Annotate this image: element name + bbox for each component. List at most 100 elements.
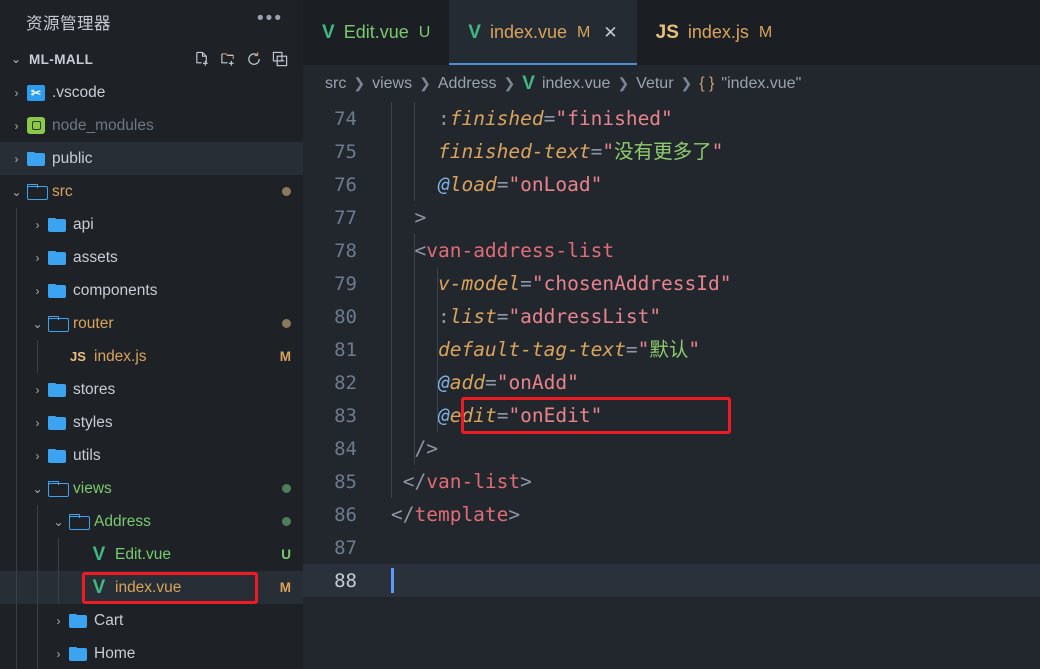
code-line-75[interactable]: 75 finished-text="没有更多了" — [303, 135, 1040, 168]
code-line-87[interactable]: 87 — [303, 531, 1040, 564]
git-status-dot — [282, 484, 291, 493]
sidebar-item-src[interactable]: ⌄ src — [0, 175, 303, 208]
sidebar-item-utils[interactable]: › utils — [0, 439, 303, 472]
code-line-84[interactable]: 84 /> — [303, 432, 1040, 465]
tab-index-vue[interactable]: Vindex.vue M ✕ — [449, 0, 637, 65]
code-editor[interactable]: 74 :finished="finished" 75 finished-text=… — [303, 102, 1040, 669]
sidebar-item-label: index.vue — [115, 578, 182, 596]
indent-guide — [414, 102, 415, 135]
sidebar-item-address[interactable]: ⌄ Address — [0, 505, 303, 538]
chevron-down-icon[interactable]: ⌄ — [8, 185, 25, 199]
code-line-79[interactable]: 79 v-model="chosenAddressId" — [303, 267, 1040, 300]
indent-guide — [391, 102, 392, 135]
sidebar-item-home[interactable]: › Home — [0, 637, 303, 669]
chevron-down-icon[interactable]: ⌄ — [29, 317, 46, 331]
workspace-root-row[interactable]: ⌄ ML-MALL — [0, 44, 303, 74]
code-line-82[interactable]: 82 @add="onAdd" — [303, 366, 1040, 399]
folder-open-icon — [25, 184, 48, 200]
code-token: "onEdit" — [508, 404, 603, 427]
tab-git-status: U — [418, 23, 431, 41]
sidebar-item-edit-vue[interactable]: ›VEdit.vueU — [0, 538, 303, 571]
code-token: finished-text — [437, 140, 591, 163]
chevron-right-icon[interactable]: › — [29, 251, 46, 265]
chevron-right-icon[interactable]: › — [50, 647, 67, 661]
breadcrumb[interactable]: src ❯ views ❯ Address ❯ Vindex.vue ❯ Vetur ❯ { } "i… — [303, 65, 1040, 102]
chevron-right-icon[interactable]: › — [8, 152, 25, 166]
code-line-80[interactable]: 80 :list="addressList" — [303, 300, 1040, 333]
chevron-down-icon[interactable]: ⌄ — [29, 482, 46, 496]
close-icon[interactable]: ✕ — [603, 23, 617, 43]
breadcrumb-item[interactable]: Address — [438, 75, 497, 93]
code-line-76[interactable]: 76 @load="onLoad" — [303, 168, 1040, 201]
folder-open-icon — [67, 514, 90, 530]
indent-guide — [437, 300, 438, 333]
breadcrumb-item[interactable]: views — [372, 75, 412, 93]
line-number: 78 — [334, 239, 357, 262]
code-line-74[interactable]: 74 :finished="finished" — [303, 102, 1040, 135]
tab-index-js[interactable]: JS index.js M — [636, 0, 792, 65]
new-folder-icon[interactable] — [220, 51, 237, 68]
sidebar-item-public[interactable]: › public — [0, 142, 303, 175]
indent-guide — [16, 307, 17, 340]
sidebar-item-components[interactable]: › components — [0, 274, 303, 307]
sidebar-item--vscode[interactable]: › ✂ .vscode — [0, 76, 303, 109]
sidebar-item-router[interactable]: ⌄ router — [0, 307, 303, 340]
refresh-icon[interactable] — [246, 51, 263, 68]
code-token: list — [449, 305, 497, 328]
breadcrumb-item[interactable]: Vetur — [636, 75, 673, 93]
tab-Edit-vue[interactable]: V Edit.vue U — [303, 0, 450, 65]
code-line-86[interactable]: 86 </template> — [303, 498, 1040, 531]
chevron-right-icon[interactable]: › — [29, 284, 46, 298]
collapse-all-icon[interactable] — [272, 51, 289, 68]
new-file-icon[interactable] — [194, 51, 211, 68]
sidebar-item-api[interactable]: › api — [0, 208, 303, 241]
chevron-down-icon[interactable]: ⌄ — [50, 515, 67, 529]
chevron-right-icon[interactable]: › — [8, 86, 25, 100]
code-text: v-model="chosenAddressId" — [391, 267, 732, 300]
code-line-78[interactable]: 78 <van-address-list — [303, 234, 1040, 267]
chevron-right-icon[interactable]: › — [8, 119, 25, 133]
sidebar-item-assets[interactable]: › assets — [0, 241, 303, 274]
sidebar-item-views[interactable]: ⌄ views — [0, 472, 303, 505]
ellipsis-icon[interactable]: ••• — [251, 9, 289, 30]
folder-icon — [46, 382, 68, 397]
code-line-77[interactable]: 77 > — [303, 201, 1040, 234]
sidebar-item-styles[interactable]: › styles — [0, 406, 303, 439]
code-text: :finished="finished" — [391, 102, 673, 135]
code-token: @ — [437, 371, 450, 394]
sidebar-item-cart[interactable]: › Cart — [0, 604, 303, 637]
sidebar-item-node-modules[interactable]: › node_modules — [0, 109, 303, 142]
node-folder-icon — [25, 117, 47, 134]
code-token: "onLoad" — [508, 173, 603, 196]
code-token: : — [437, 107, 450, 130]
breadcrumb-item[interactable]: src — [325, 75, 346, 93]
code-token: : — [437, 305, 450, 328]
sidebar-item-index-js[interactable]: ›JSindex.jsM — [0, 340, 303, 373]
code-token: 没有更多了 — [614, 140, 712, 163]
code-token: < — [414, 239, 427, 262]
sidebar-item-label: Edit.vue — [115, 545, 172, 563]
code-line-81[interactable]: 81 default-tag-text="默认" — [303, 333, 1040, 366]
chevron-right-icon[interactable]: › — [29, 383, 46, 397]
editor-tab-bar[interactable]: V Edit.vue U Vindex.vue M ✕ JS index.js M — [303, 0, 1040, 65]
code-line-85[interactable]: 85 </van-list> — [303, 465, 1040, 498]
breadcrumb-item[interactable]: index.vue — [542, 75, 611, 93]
code-line-88[interactable]: 88 — [303, 564, 1040, 597]
sidebar-item-label: styles — [73, 413, 113, 431]
sidebar-item-label: stores — [73, 380, 116, 398]
chevron-right-icon[interactable]: › — [50, 614, 67, 628]
chevron-right-icon[interactable]: › — [29, 449, 46, 463]
explorer-header: 资源管理器 ••• — [0, 0, 303, 44]
chevron-down-icon[interactable]: ⌄ — [8, 52, 24, 66]
code-line-83[interactable]: 83 @edit="onEdit" — [303, 399, 1040, 432]
code-text: </van-list> — [391, 465, 532, 498]
indent-guide — [37, 340, 38, 373]
breadcrumb-item[interactable]: "index.vue" — [721, 75, 801, 93]
sidebar-item-index-vue[interactable]: ›Vindex.vueM — [0, 571, 303, 604]
chevron-right-icon[interactable]: › — [29, 416, 46, 430]
indent-guide — [16, 241, 17, 274]
sidebar-item-stores[interactable]: › stores — [0, 373, 303, 406]
file-tree[interactable]: › ✂ .vscode › node_modules › public ⌄ src › api › as… — [0, 74, 303, 669]
folder-icon — [46, 415, 68, 430]
chevron-right-icon[interactable]: › — [29, 218, 46, 232]
